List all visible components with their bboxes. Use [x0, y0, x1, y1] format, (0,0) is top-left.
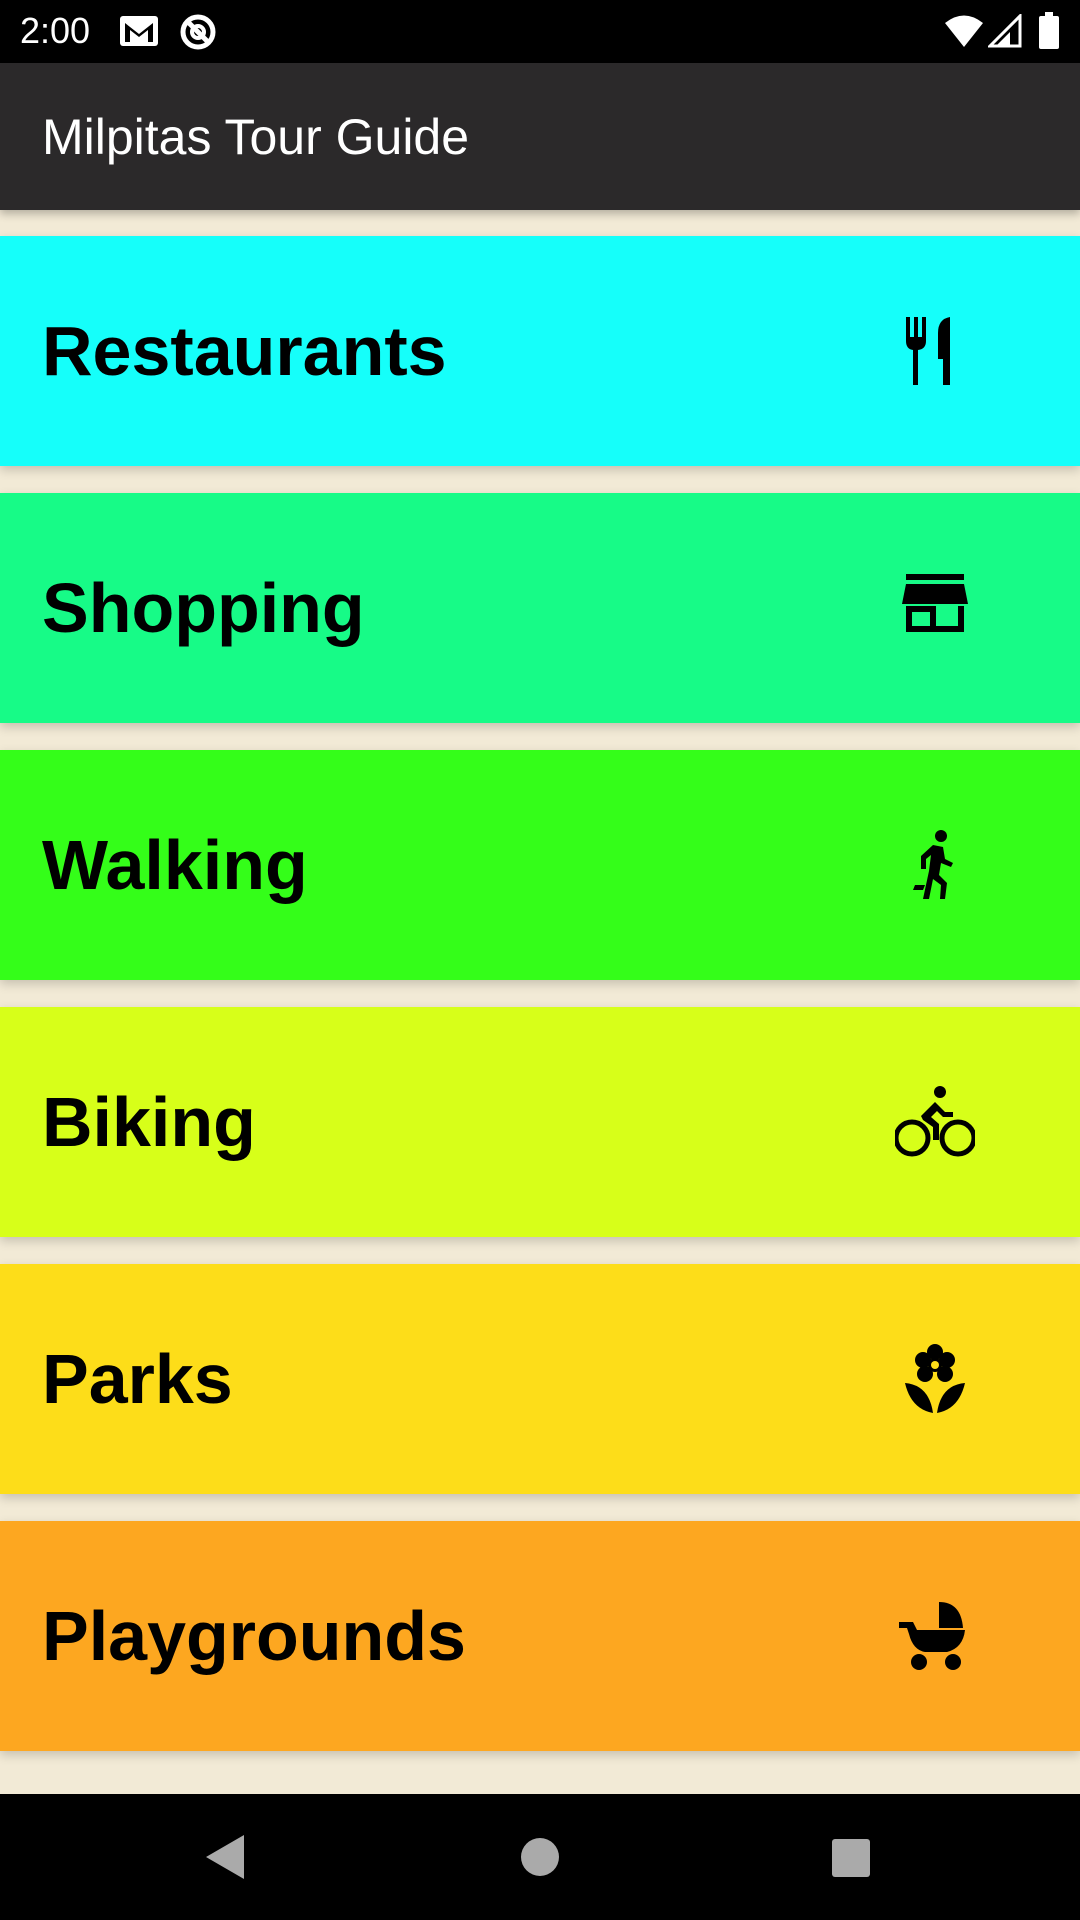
- category-label: Restaurants: [42, 312, 447, 390]
- bike-icon: [895, 1086, 975, 1157]
- category-list[interactable]: Restaurants Shopping Walking Biking Park…: [0, 210, 1080, 1794]
- status-bar: 2:00: [0, 0, 1080, 63]
- category-label: Parks: [42, 1340, 233, 1418]
- back-button[interactable]: [196, 1827, 256, 1887]
- category-item-biking[interactable]: Biking: [0, 1007, 1080, 1237]
- category-label: Playgrounds: [42, 1597, 466, 1675]
- status-time: 2:00: [20, 10, 91, 51]
- category-item-shopping[interactable]: Shopping: [0, 493, 1080, 723]
- category-item-parks[interactable]: Parks: [0, 1264, 1080, 1494]
- flower-icon: [905, 1344, 965, 1413]
- recents-button[interactable]: [820, 1827, 880, 1887]
- category-label: Walking: [42, 826, 308, 904]
- app-bar: Milpitas Tour Guide: [0, 63, 1080, 210]
- category-item-restaurants[interactable]: Restaurants: [0, 236, 1080, 466]
- navigation-bar: [0, 1794, 1080, 1920]
- walking-icon: [913, 830, 953, 899]
- category-item-playgrounds[interactable]: Playgrounds: [0, 1521, 1080, 1751]
- category-item-walking[interactable]: Walking: [0, 750, 1080, 980]
- gmail-icon: [120, 16, 158, 46]
- at-sign-icon: [180, 14, 216, 50]
- battery-icon: [1039, 12, 1059, 49]
- wifi-icon: [945, 15, 983, 47]
- home-button[interactable]: [510, 1827, 570, 1887]
- store-icon: [902, 574, 968, 632]
- category-label: Biking: [42, 1083, 256, 1161]
- category-label: Shopping: [42, 569, 365, 647]
- restaurant-icon: [906, 317, 950, 385]
- stroller-icon: [899, 1602, 965, 1670]
- cell-signal-icon: [988, 14, 1022, 48]
- app-title: Milpitas Tour Guide: [42, 109, 470, 165]
